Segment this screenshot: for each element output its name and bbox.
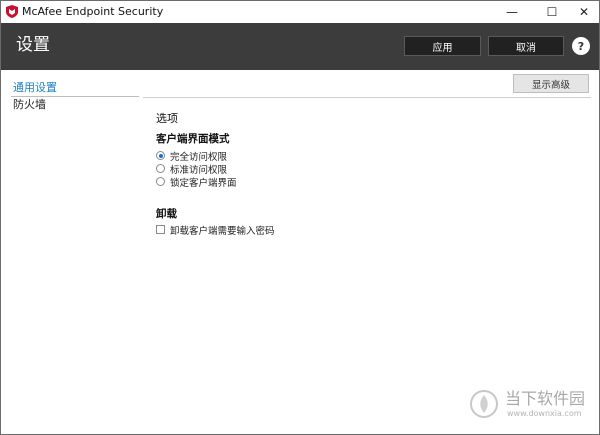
watermark-logo-icon [470,390,498,418]
sidebar: 通用设置 防火墙 [1,70,141,434]
page-title: 设置 [16,35,50,55]
apply-button[interactable]: 应用 [404,36,481,56]
checkbox-label: 卸载客户端需要输入密码 [170,225,275,237]
minimize-button[interactable]: — [495,1,529,23]
uninstall-heading: 卸载 [156,208,177,220]
require-password-checkbox-row[interactable]: 卸载客户端需要输入密码 [156,223,275,237]
watermark-url: www.downxia.com [507,409,582,418]
radio-label: 完全访问权限 [170,151,228,163]
radio-full-access[interactable]: 完全访问权限 [156,149,228,163]
maximize-icon: ☐ [546,5,558,19]
radio-button[interactable] [156,164,165,173]
client-mode-heading: 客户端界面模式 [156,133,230,145]
settings-header: 设置 应用 取消 ? [1,23,599,70]
require-password-checkbox[interactable] [156,225,165,234]
maximize-button[interactable]: ☐ [535,1,569,23]
mcafee-shield-icon [6,5,18,18]
minimize-icon: — [506,5,518,19]
sidebar-selection-underline [11,96,139,97]
sidebar-item-firewall[interactable]: 防火墙 [13,98,46,112]
watermark-text: 当下软件园 [505,389,586,408]
window-title: McAfee Endpoint Security [22,5,164,18]
help-icon: ? [577,39,585,53]
radio-standard-access[interactable]: 标准访问权限 [156,162,228,176]
radio-lock-client-ui[interactable]: 锁定客户端界面 [156,175,237,189]
title-bar: McAfee Endpoint Security — ☐ ✕ [1,1,599,23]
radio-button[interactable] [156,151,165,160]
cancel-button[interactable]: 取消 [488,36,564,56]
radio-label: 锁定客户端界面 [170,177,237,189]
radio-button[interactable] [156,177,165,186]
options-heading: 选项 [156,112,178,125]
app-window: McAfee Endpoint Security — ☐ ✕ 设置 应用 取消 … [0,0,600,435]
radio-label: 标准访问权限 [170,164,228,176]
divider [143,97,591,98]
show-advanced-button[interactable]: 显示高级 [513,74,589,93]
sidebar-item-general-settings[interactable]: 通用设置 [13,81,57,95]
close-icon: ✕ [578,5,590,19]
watermark: 当下软件园 www.downxia.com [469,387,587,427]
help-button[interactable]: ? [572,37,590,55]
close-button[interactable]: ✕ [567,1,599,23]
